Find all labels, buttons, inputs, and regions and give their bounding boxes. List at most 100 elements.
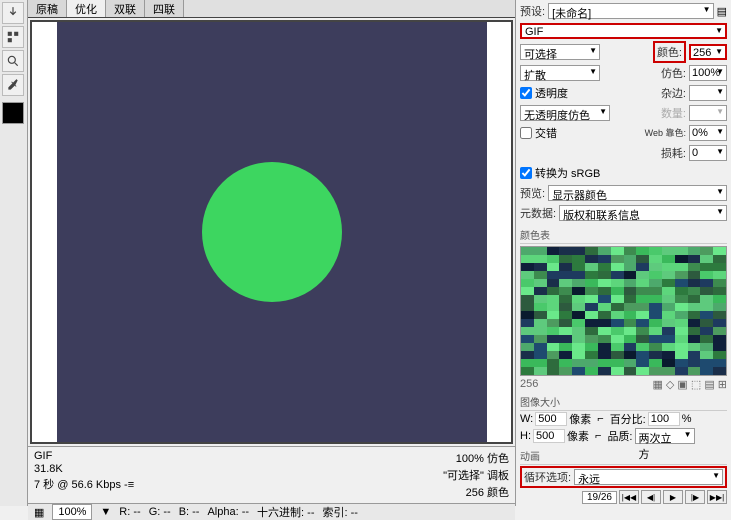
color-swatch-cell[interactable] <box>598 343 611 351</box>
color-swatch-cell[interactable] <box>675 359 688 367</box>
color-swatch-cell[interactable] <box>534 367 547 375</box>
color-swatch-cell[interactable] <box>572 255 585 263</box>
color-swatch-cell[interactable] <box>611 295 624 303</box>
color-swatch-cell[interactable] <box>585 303 598 311</box>
color-swatch-cell[interactable] <box>585 335 598 343</box>
color-swatch-cell[interactable] <box>713 247 726 255</box>
color-swatch-cell[interactable] <box>547 279 560 287</box>
color-swatch-cell[interactable] <box>688 335 701 343</box>
color-swatch-cell[interactable] <box>521 255 534 263</box>
color-swatch-cell[interactable] <box>559 279 572 287</box>
color-swatch-cell[interactable] <box>688 247 701 255</box>
color-swatch-cell[interactable] <box>547 263 560 271</box>
color-swatch-cell[interactable] <box>598 351 611 359</box>
color-swatch-cell[interactable] <box>713 367 726 375</box>
color-swatch-cell[interactable] <box>688 295 701 303</box>
color-swatch-cell[interactable] <box>521 367 534 375</box>
color-swatch-cell[interactable] <box>624 335 637 343</box>
color-swatch-cell[interactable] <box>688 319 701 327</box>
color-swatch-cell[interactable] <box>611 263 624 271</box>
color-swatch-cell[interactable] <box>611 319 624 327</box>
color-swatch-cell[interactable] <box>534 327 547 335</box>
color-swatch-cell[interactable] <box>585 295 598 303</box>
color-swatch-cell[interactable] <box>649 311 662 319</box>
color-swatch-cell[interactable] <box>713 303 726 311</box>
color-swatch-cell[interactable] <box>598 359 611 367</box>
color-swatch-cell[interactable] <box>688 263 701 271</box>
color-swatch-cell[interactable] <box>662 335 675 343</box>
color-swatch-cell[interactable] <box>521 359 534 367</box>
color-swatch-cell[interactable] <box>675 335 688 343</box>
color-swatch-cell[interactable] <box>688 327 701 335</box>
color-swatch-cell[interactable] <box>547 295 560 303</box>
color-swatch-cell[interactable] <box>624 311 637 319</box>
color-swatch-cell[interactable] <box>713 319 726 327</box>
color-swatch-cell[interactable] <box>534 359 547 367</box>
color-swatch-cell[interactable] <box>700 247 713 255</box>
color-swatch-cell[interactable] <box>611 351 624 359</box>
color-swatch-cell[interactable] <box>636 359 649 367</box>
color-swatch-cell[interactable] <box>559 351 572 359</box>
color-swatch-cell[interactable] <box>585 351 598 359</box>
color-swatch-cell[interactable] <box>534 303 547 311</box>
color-swatch-cell[interactable] <box>662 247 675 255</box>
color-swatch-cell[interactable] <box>585 279 598 287</box>
color-swatch-cell[interactable] <box>700 295 713 303</box>
color-swatch-cell[interactable] <box>611 335 624 343</box>
color-swatch-cell[interactable] <box>585 263 598 271</box>
play-button[interactable]: ▶ <box>663 490 683 504</box>
color-swatch-cell[interactable] <box>547 271 560 279</box>
trans-dither-dropdown[interactable]: 无透明度仿色 <box>520 105 610 121</box>
color-swatch-cell[interactable] <box>624 303 637 311</box>
color-swatch-cell[interactable] <box>688 279 701 287</box>
color-swatch-cell[interactable] <box>662 279 675 287</box>
color-swatch-cell[interactable] <box>598 319 611 327</box>
color-swatch-cell[interactable] <box>611 343 624 351</box>
color-swatch-cell[interactable] <box>585 319 598 327</box>
color-swatch-cell[interactable] <box>636 271 649 279</box>
color-swatch-cell[interactable] <box>662 263 675 271</box>
color-swatch-cell[interactable] <box>534 295 547 303</box>
color-swatch-cell[interactable] <box>534 343 547 351</box>
color-swatch-cell[interactable] <box>700 263 713 271</box>
color-swatch-cell[interactable] <box>534 271 547 279</box>
color-swatch-cell[interactable] <box>585 327 598 335</box>
color-swatch-cell[interactable] <box>534 263 547 271</box>
color-swatch-cell[interactable] <box>624 287 637 295</box>
color-swatch-cell[interactable] <box>624 279 637 287</box>
color-swatch-cell[interactable] <box>649 271 662 279</box>
loop-dropdown[interactable]: 永远 <box>574 469 723 485</box>
color-swatch-cell[interactable] <box>598 271 611 279</box>
color-swatch-cell[interactable] <box>636 303 649 311</box>
color-swatch-cell[interactable] <box>688 343 701 351</box>
color-swatch-cell[interactable] <box>713 279 726 287</box>
color-swatch-cell[interactable] <box>649 351 662 359</box>
color-swatch-cell[interactable] <box>572 367 585 375</box>
color-swatch-cell[interactable] <box>636 247 649 255</box>
color-swatch-cell[interactable] <box>649 359 662 367</box>
color-swatch-cell[interactable] <box>598 327 611 335</box>
color-swatch-cell[interactable] <box>624 343 637 351</box>
color-swatch-cell[interactable] <box>700 343 713 351</box>
color-swatch-cell[interactable] <box>624 295 637 303</box>
color-swatch-cell[interactable] <box>700 303 713 311</box>
slice-tool[interactable] <box>2 26 24 48</box>
color-swatch-cell[interactable] <box>572 287 585 295</box>
color-swatch-cell[interactable] <box>559 247 572 255</box>
color-swatch-cell[interactable] <box>598 311 611 319</box>
color-swatch-cell[interactable] <box>598 279 611 287</box>
color-swatch-cell[interactable] <box>636 351 649 359</box>
color-swatch-cell[interactable] <box>572 343 585 351</box>
algorithm-dropdown[interactable]: 可选择 <box>520 44 600 60</box>
color-swatch-cell[interactable] <box>547 359 560 367</box>
color-swatch-cell[interactable] <box>547 327 560 335</box>
color-swatch-cell[interactable] <box>559 359 572 367</box>
color-swatch-cell[interactable] <box>662 351 675 359</box>
color-swatch-cell[interactable] <box>649 295 662 303</box>
color-swatch-cell[interactable] <box>649 255 662 263</box>
color-swatch-cell[interactable] <box>662 255 675 263</box>
color-swatch-cell[interactable] <box>662 271 675 279</box>
last-frame-button[interactable]: ▶▶| <box>707 490 727 504</box>
color-swatch-cell[interactable] <box>521 335 534 343</box>
color-swatch-cell[interactable] <box>559 343 572 351</box>
